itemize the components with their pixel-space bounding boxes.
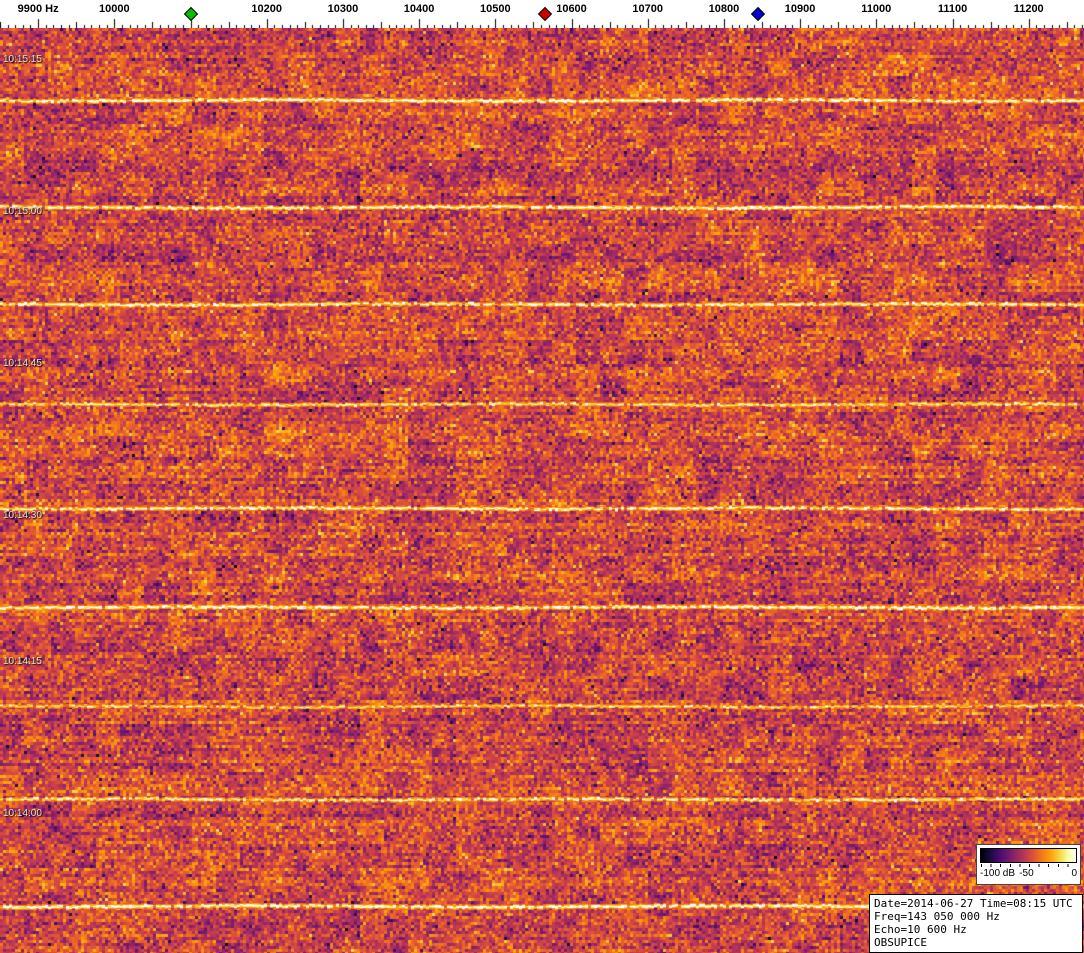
x-axis-tick-label: 10000 bbox=[99, 3, 130, 15]
x-axis-tick-label: 10500 bbox=[480, 3, 511, 15]
frequency-axis: 9900 Hz 10000 10200 10300 10400 10500 10600 107… bbox=[0, 0, 1084, 28]
colorbar-label-max: 0 bbox=[1071, 868, 1077, 879]
colorbar-label-min: -100 dB bbox=[980, 868, 1016, 879]
waterfall-canvas[interactable] bbox=[0, 28, 1084, 953]
x-axis-tick-label: 10400 bbox=[403, 3, 435, 15]
x-axis-tick-label: 10800 bbox=[708, 3, 740, 15]
info-freq-line: Freq=143 050 000 Hz bbox=[874, 910, 1000, 923]
colorbar-gradient bbox=[980, 848, 1077, 863]
info-date-line: Date=2014-06-27 Time=08:15 UTC bbox=[874, 897, 1073, 910]
x-axis-tick-label: 10200 bbox=[251, 3, 282, 15]
colorbar-labels: -100 dB -50 0 bbox=[977, 868, 1080, 882]
time-tick-label: 10:14:00 bbox=[3, 808, 42, 819]
time-tick-label: 10:14:15 bbox=[3, 656, 42, 667]
time-tick-label: 10:15:00 bbox=[3, 206, 42, 217]
info-box: Date=2014-06-27 Time=08:15 UTC Freq=143 … bbox=[869, 894, 1083, 953]
spectrogram-app: 9900 Hz 10000 10200 10300 10400 10500 10600 107… bbox=[0, 0, 1084, 953]
x-axis-tick-label: 11000 bbox=[861, 3, 892, 15]
time-tick-label: 10:14:45 bbox=[3, 358, 42, 369]
info-echo-line: Echo=10 600 Hz bbox=[874, 923, 967, 936]
x-axis-tick-label: 10300 bbox=[327, 3, 359, 15]
info-station-line: OBSUPICE bbox=[874, 936, 927, 949]
waterfall-display: 10:15:15 10:15:00 10:14:45 10:14:30 10:14:15… bbox=[0, 28, 1084, 953]
colorbar-label-mid: -50 bbox=[1019, 868, 1034, 879]
time-tick-label: 10:15:15 bbox=[3, 54, 42, 65]
x-axis-tick-label: 10600 bbox=[556, 3, 587, 15]
x-axis-tick-label: 10900 bbox=[784, 3, 816, 15]
x-axis-tick-label: 11200 bbox=[1013, 3, 1044, 15]
x-axis-tick-label: 11100 bbox=[937, 3, 968, 15]
time-tick-label: 10:14:30 bbox=[3, 510, 42, 521]
colorbar: -100 dB -50 0 bbox=[976, 844, 1081, 885]
x-axis-tick-label: 10700 bbox=[632, 3, 663, 15]
x-axis-tick-label: 9900 Hz bbox=[17, 3, 59, 15]
colorbar-ticks bbox=[981, 864, 1076, 867]
